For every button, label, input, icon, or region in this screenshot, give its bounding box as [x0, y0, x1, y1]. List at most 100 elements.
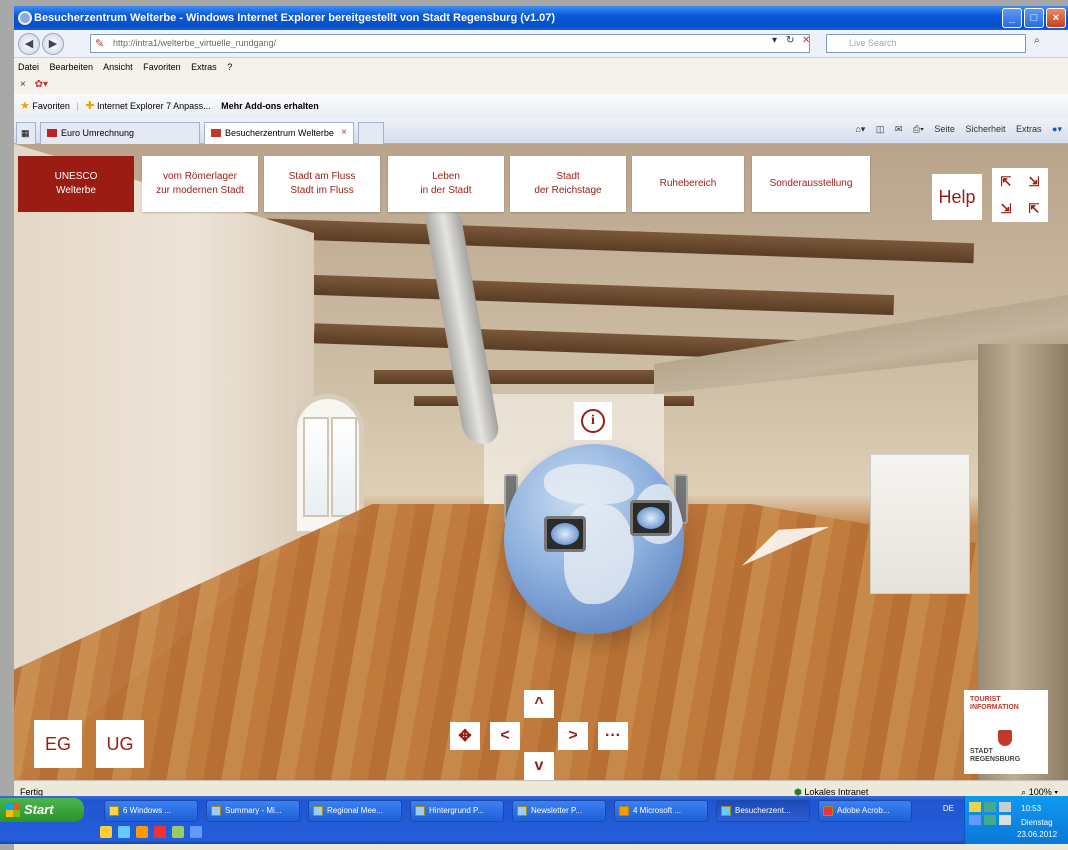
- nav-reichstage-button[interactable]: Stadt der Reichstage: [510, 156, 626, 212]
- unesco-welterbe-button[interactable]: UNESCO Welterbe: [18, 156, 134, 212]
- quick-launch-icon[interactable]: [136, 826, 148, 838]
- document-icon: [211, 806, 221, 816]
- clock-time[interactable]: 10:53: [1021, 804, 1041, 813]
- taskbar-item-label: Summary - Mi...: [225, 806, 282, 815]
- page-favicon-icon: ✎: [95, 38, 105, 50]
- minimize-button[interactable]: _: [1002, 8, 1022, 28]
- help-button[interactable]: Help: [932, 174, 982, 220]
- menu-help[interactable]: ?: [227, 62, 232, 72]
- mail-icon[interactable]: ✉: [895, 124, 903, 134]
- taskbar-item-label: Hintergrund P...: [429, 806, 484, 815]
- language-indicator[interactable]: DE: [943, 804, 954, 813]
- back-button[interactable]: ◀: [18, 33, 40, 55]
- home-icon[interactable]: ⌂▾: [855, 124, 865, 134]
- nav-stadt-am-fluss-button[interactable]: Stadt am Fluss Stadt im Fluss: [264, 156, 380, 212]
- favorite-link-ie7[interactable]: Internet Explorer 7 Anpass...: [97, 101, 211, 111]
- windows-logo-icon: [6, 803, 20, 817]
- tray-icon[interactable]: [984, 815, 996, 825]
- forward-button[interactable]: ▶: [42, 33, 64, 55]
- search-input[interactable]: Live Search: [826, 34, 1026, 53]
- close-button[interactable]: ×: [1046, 8, 1066, 28]
- tourist-information-logo[interactable]: TOURIST INFORMATION STADT REGENSBURG: [964, 690, 1048, 774]
- nav-sonderausstellung-button[interactable]: Sonderausstellung: [752, 156, 870, 212]
- link-bar: × ✿▾: [14, 76, 1068, 94]
- new-tab-button[interactable]: [358, 122, 384, 144]
- pan-right-button[interactable]: >: [558, 722, 588, 750]
- quick-tabs-button[interactable]: ▦: [16, 122, 36, 144]
- tools-menu[interactable]: Extras: [1016, 124, 1042, 134]
- start-button[interactable]: Start: [0, 798, 84, 822]
- tab-favicon-icon: [47, 129, 57, 137]
- nav-leben-button[interactable]: Leben in der Stadt: [388, 156, 504, 212]
- globe-screen[interactable]: [630, 500, 672, 536]
- menu-edit[interactable]: Bearbeiten: [50, 62, 94, 72]
- tray-icon[interactable]: [999, 802, 1011, 812]
- quick-launch-icon[interactable]: [118, 826, 130, 838]
- info-button[interactable]: i: [574, 402, 612, 440]
- more-button[interactable]: ···: [598, 722, 628, 750]
- tab-label: Besucherzentrum Welterbe: [225, 128, 334, 138]
- page-menu[interactable]: Seite: [934, 124, 955, 134]
- taskbar-item[interactable]: 4 Microsoft ...: [614, 800, 708, 822]
- menu-bar: Datei Bearbeiten Ansicht Favoriten Extra…: [14, 58, 1068, 76]
- tray-icon[interactable]: [969, 802, 981, 812]
- taskbar-item[interactable]: Newsletter P...: [512, 800, 606, 822]
- quick-launch-icon[interactable]: [172, 826, 184, 838]
- tab-besucherzentrum[interactable]: Besucherzentrum Welterbe ×: [204, 122, 354, 144]
- fullscreen-button[interactable]: ⇱ ⇲ ⇲ ⇱: [992, 168, 1048, 222]
- print-icon[interactable]: ⎙▾: [913, 124, 924, 134]
- document-icon: [517, 806, 527, 816]
- favorites-button[interactable]: Favoriten: [32, 101, 70, 111]
- nav-ruhebereich-button[interactable]: Ruhebereich: [632, 156, 744, 212]
- tray-icon[interactable]: [969, 815, 981, 825]
- taskbar-item[interactable]: 6 Windows ...: [104, 800, 198, 822]
- quick-launch-icon[interactable]: [154, 826, 166, 838]
- taskbar-item-active[interactable]: Besucherzent...: [716, 800, 810, 822]
- quick-launch-icon[interactable]: [100, 826, 112, 838]
- quick-launch-icon[interactable]: [190, 826, 202, 838]
- feeds-icon[interactable]: ◫: [876, 124, 885, 134]
- favorite-link-addons[interactable]: Mehr Add-ons erhalten: [221, 101, 319, 111]
- move-mode-button[interactable]: ✥: [450, 722, 480, 750]
- panorama-viewport[interactable]: UNESCO Welterbe vom Römerlager zur moder…: [14, 144, 1068, 780]
- addon-icon[interactable]: ✿▾: [35, 79, 48, 90]
- maximize-button[interactable]: □: [1024, 8, 1044, 28]
- menu-tools[interactable]: Extras: [191, 62, 217, 72]
- menu-view[interactable]: Ansicht: [103, 62, 133, 72]
- ceiling-beam: [213, 216, 975, 264]
- title-bar[interactable]: Besucherzentrum Welterbe - Windows Inter…: [14, 6, 1068, 30]
- pan-up-button[interactable]: ^: [524, 690, 554, 718]
- world-globe[interactable]: [504, 444, 684, 634]
- browser-window: Besucherzentrum Welterbe - Windows Inter…: [14, 6, 1068, 850]
- globe-screen[interactable]: [544, 516, 586, 552]
- tab-close-icon[interactable]: ×: [341, 123, 347, 143]
- close-toolbar-icon[interactable]: ×: [20, 79, 26, 90]
- dropdown-icon[interactable]: ▾: [772, 35, 777, 46]
- window-pane: [331, 417, 357, 517]
- menu-favorites[interactable]: Favoriten: [143, 62, 181, 72]
- refresh-icon[interactable]: ↻: [786, 35, 794, 46]
- floor-ug-button[interactable]: UG: [96, 720, 144, 768]
- add-favorite-icon[interactable]: ✚: [85, 100, 94, 112]
- address-bar: ◀ ▶ ✎ http://intra1/welterbe_virtuelle_r…: [14, 30, 1068, 58]
- tray-icon[interactable]: [984, 802, 996, 812]
- menu-file[interactable]: Datei: [18, 62, 39, 72]
- taskbar-item[interactable]: Adobe Acrob...: [818, 800, 912, 822]
- pan-left-button[interactable]: <: [490, 722, 520, 750]
- help-icon[interactable]: ●▾: [1052, 124, 1062, 134]
- search-icon[interactable]: ⌕: [1034, 35, 1040, 46]
- taskbar-item[interactable]: Hintergrund P...: [410, 800, 504, 822]
- tray-icon[interactable]: [999, 815, 1011, 825]
- display-case: [870, 454, 970, 594]
- pan-down-button[interactable]: v: [524, 752, 554, 780]
- nav-roemerlager-button[interactable]: vom Römerlager zur modernen Stadt: [142, 156, 258, 212]
- tab-label: Euro Umrechnung: [61, 128, 135, 138]
- stop-icon[interactable]: ✕: [802, 35, 810, 46]
- taskbar-item[interactable]: Summary - Mi...: [206, 800, 300, 822]
- floor-eg-button[interactable]: EG: [34, 720, 82, 768]
- taskbar-item-label: 6 Windows ...: [123, 806, 172, 815]
- taskbar-item[interactable]: Regional Mee...: [308, 800, 402, 822]
- url-input[interactable]: ✎ http://intra1/welterbe_virtuelle_rundg…: [90, 34, 810, 53]
- tab-euro[interactable]: Euro Umrechnung: [40, 122, 200, 144]
- security-menu[interactable]: Sicherheit: [965, 124, 1005, 134]
